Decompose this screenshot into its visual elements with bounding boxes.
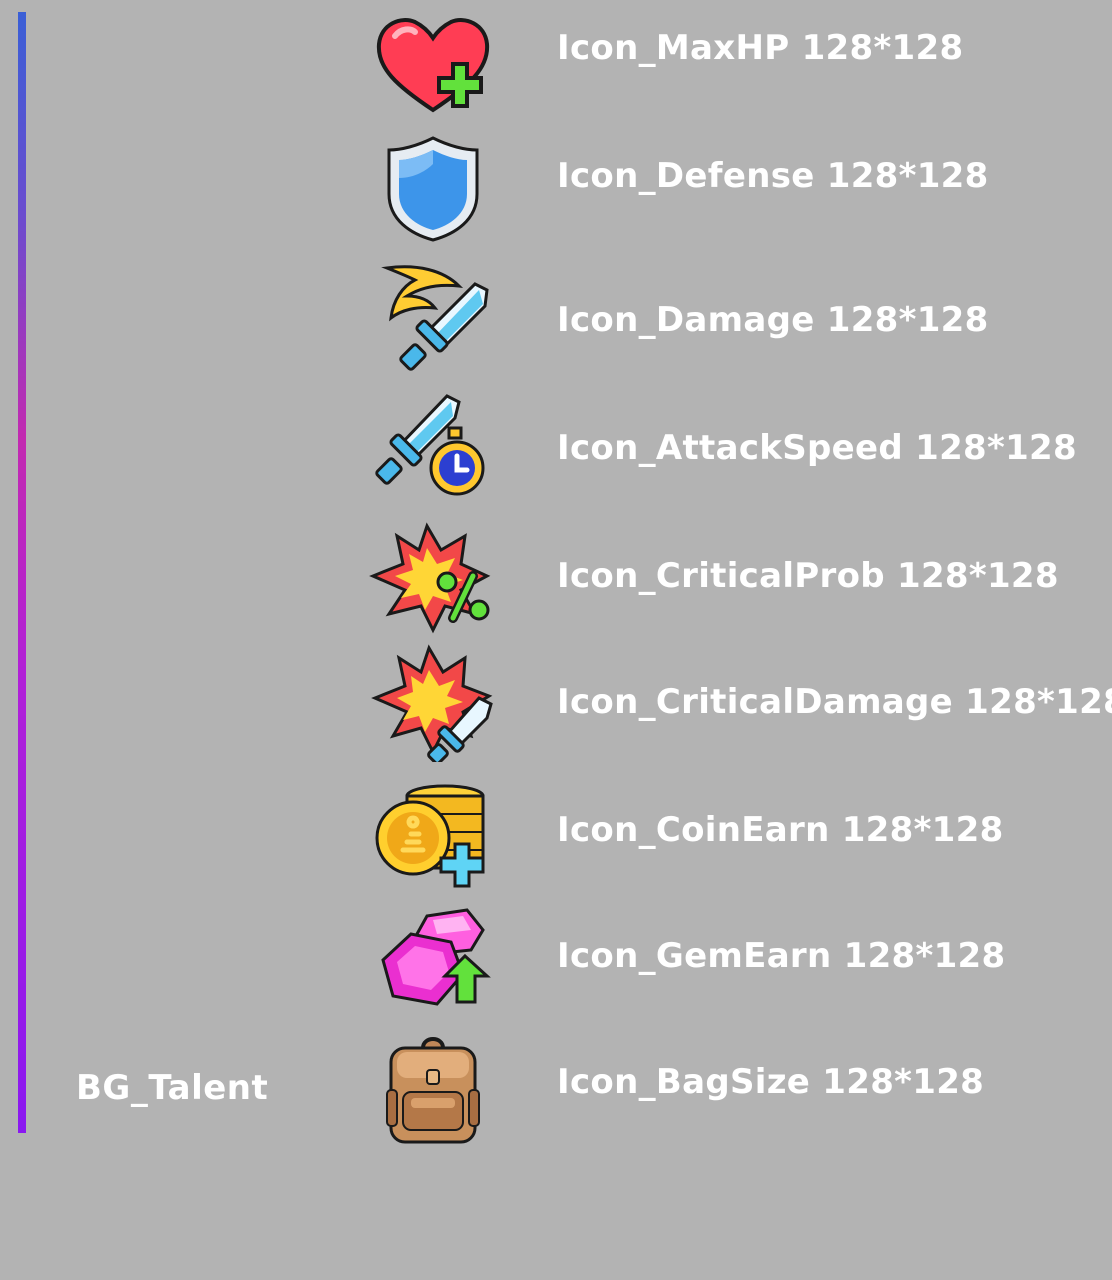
coins-plus-icon <box>367 778 499 898</box>
icon-row-maxhp: Icon_MaxHP 128*128 <box>0 6 1112 126</box>
backpack-icon <box>367 1030 499 1150</box>
winged-sword-icon <box>367 260 499 380</box>
icon-label-coinearn: Icon_CoinEarn 128*128 <box>557 810 1004 850</box>
shield-icon <box>367 134 499 254</box>
icon-label-criticalprob: Icon_CriticalProb 128*128 <box>557 556 1059 596</box>
icon-row-attackspeed: Icon_AttackSpeed 128*128 <box>0 388 1112 508</box>
icon-row-criticalprob: Icon_CriticalProb 128*128 <box>0 518 1112 638</box>
icon-label-gemearn: Icon_GemEarn 128*128 <box>557 936 1006 976</box>
sword-stopwatch-icon <box>367 388 499 508</box>
icon-row-bagsize: Icon_BagSize 128*128 <box>0 1030 1112 1150</box>
burst-percent-icon <box>367 518 499 638</box>
icon-row-gemearn: Icon_GemEarn 128*128 <box>0 904 1112 1024</box>
icon-row-damage: Icon_Damage 128*128 <box>0 260 1112 380</box>
icon-row-defense: Icon_Defense 128*128 <box>0 134 1112 254</box>
icon-label-criticaldamage: Icon_CriticalDamage 128*128 <box>557 682 1112 722</box>
icon-label-attackspeed: Icon_AttackSpeed 128*128 <box>557 428 1077 468</box>
icon-label-defense: Icon_Defense 128*128 <box>557 156 989 196</box>
icon-label-bagsize: Icon_BagSize 128*128 <box>557 1062 985 1102</box>
gems-arrow-icon <box>367 904 499 1024</box>
heart-plus-icon <box>367 6 499 126</box>
burst-sword-icon <box>367 642 499 762</box>
icon-label-damage: Icon_Damage 128*128 <box>557 300 989 340</box>
icon-row-criticaldamage: Icon_CriticalDamage 128*128 <box>0 642 1112 762</box>
icon-label-maxhp: Icon_MaxHP 128*128 <box>557 28 964 68</box>
icon-row-coinearn: Icon_CoinEarn 128*128 <box>0 778 1112 898</box>
